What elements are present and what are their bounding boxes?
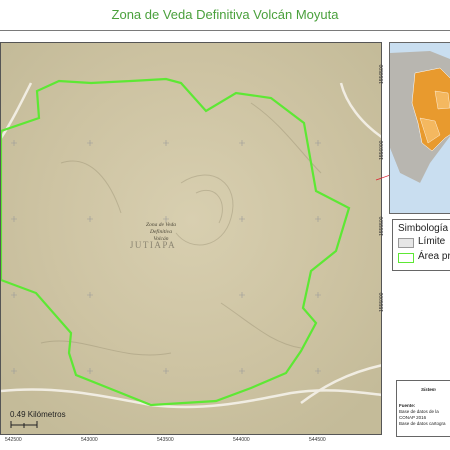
source-header: Sistem (421, 387, 436, 392)
bottom-tick: 544500 (309, 437, 326, 443)
right-tick: 1556500 (379, 64, 385, 84)
source-panel: Sistem Fuente: Base de datos de la CONAP… (396, 380, 450, 437)
map-title: Zona de Veda Definitiva Volcán Moyuta (111, 7, 339, 22)
zone-label-line-1: Zona de Veda (146, 222, 176, 228)
zone-label-line-2: Definitiva (149, 228, 172, 235)
place-label: JUTIAPA (130, 240, 176, 250)
source-fuente: Fuente: (399, 403, 416, 408)
right-tick: 1555500 (379, 216, 385, 236)
bottom-tick: 543500 (157, 437, 174, 443)
legend-swatch-area (398, 253, 414, 263)
terrain-layer (1, 43, 381, 434)
scale-label: 0.49 Kilómetros (10, 410, 66, 419)
legend-swatch-limit (398, 238, 414, 248)
map-canvas: Zona de Veda Definitiva Volcán JUTIAPA (1, 43, 381, 434)
source-line-1: Base de datos de la (399, 409, 439, 414)
title-bar: Zona de Veda Definitiva Volcán Moyuta (0, 0, 450, 31)
right-tick: 1555000 (379, 292, 385, 312)
bottom-tick: 544000 (233, 437, 250, 443)
legend-title: Simbología (398, 223, 449, 234)
inset-canvas (390, 43, 450, 213)
bottom-tick: 542500 (5, 437, 22, 443)
bottom-tick: 543000 (81, 437, 98, 443)
source-line-2: CONAP 2016 (399, 415, 427, 420)
location-inset-map[interactable] (389, 42, 450, 214)
legend-item-limit: Límite (418, 236, 446, 247)
legend-item-area: Área pr (418, 251, 450, 262)
source-line-3: Base de datos cartogra (399, 421, 446, 426)
main-map[interactable]: Zona de Veda Definitiva Volcán JUTIAPA (0, 42, 382, 435)
legend-panel: Simbología Límite Área pr (392, 219, 450, 271)
